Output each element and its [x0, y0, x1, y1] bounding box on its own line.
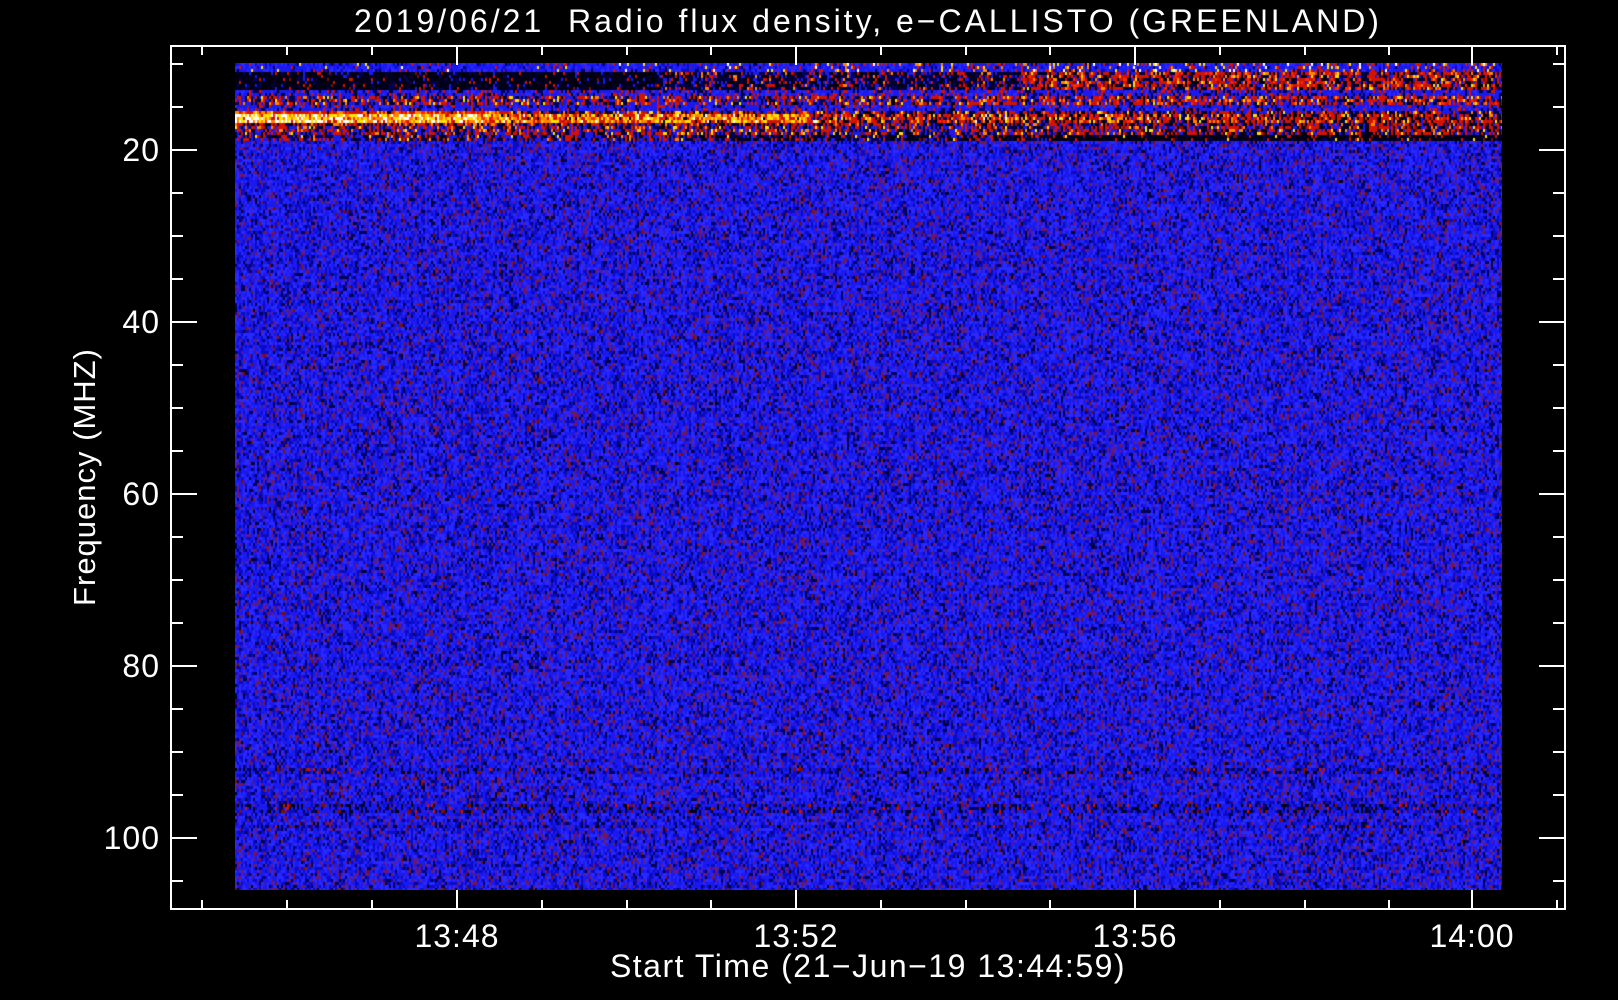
y-minor-tick — [170, 536, 183, 538]
y-major-tick — [170, 149, 197, 151]
spectrogram-figure: 2019/06/21 Radio flux density, e−CALLIST… — [0, 0, 1618, 1000]
x-minor-tick-top — [1049, 45, 1051, 55]
x-minor-tick — [965, 900, 967, 910]
y-minor-tick-right — [1553, 364, 1566, 366]
y-minor-tick-right — [1553, 751, 1566, 753]
x-minor-tick — [710, 900, 712, 910]
y-major-tick — [170, 837, 197, 839]
x-tick-label: 14:00 — [1429, 918, 1515, 954]
x-major-tick — [795, 890, 797, 910]
y-minor-tick — [170, 364, 183, 366]
x-minor-tick-top — [626, 45, 628, 55]
y-major-tick-right — [1539, 837, 1566, 839]
x-tick-label: 13:56 — [1092, 918, 1178, 954]
x-minor-tick — [1304, 900, 1306, 910]
x-tick-label: 13:48 — [414, 918, 500, 954]
x-minor-tick — [626, 900, 628, 910]
y-major-tick — [170, 665, 197, 667]
x-major-tick-top — [795, 45, 797, 65]
x-minor-tick — [1388, 900, 1390, 910]
x-major-tick — [456, 890, 458, 910]
x-minor-tick-top — [541, 45, 543, 55]
y-minor-tick-right — [1553, 794, 1566, 796]
y-minor-tick — [170, 579, 183, 581]
x-minor-tick — [1219, 900, 1221, 910]
y-minor-tick — [170, 622, 183, 624]
x-major-tick — [1471, 890, 1473, 910]
y-tick-label: 60 — [122, 476, 160, 512]
y-minor-tick — [170, 63, 183, 65]
x-minor-tick-top — [1388, 45, 1390, 55]
x-minor-tick — [1556, 900, 1558, 910]
x-minor-tick-top — [201, 45, 203, 55]
y-major-tick-right — [1539, 321, 1566, 323]
y-minor-tick-right — [1553, 579, 1566, 581]
y-minor-tick — [170, 450, 183, 452]
y-minor-tick-right — [1553, 192, 1566, 194]
y-minor-tick — [170, 278, 183, 280]
y-minor-tick — [170, 794, 183, 796]
x-minor-tick-top — [965, 45, 967, 55]
x-tick-label: 13:52 — [753, 918, 839, 954]
y-minor-tick — [170, 192, 183, 194]
x-minor-tick-top — [1219, 45, 1221, 55]
y-minor-tick-right — [1553, 536, 1566, 538]
y-minor-tick — [170, 751, 183, 753]
y-tick-label: 80 — [122, 648, 160, 684]
y-minor-tick-right — [1553, 407, 1566, 409]
y-major-tick — [170, 321, 197, 323]
x-minor-tick-top — [710, 45, 712, 55]
x-minor-tick-top — [880, 45, 882, 55]
y-minor-tick-right — [1553, 880, 1566, 882]
y-minor-tick-right — [1553, 450, 1566, 452]
y-major-tick-right — [1539, 665, 1566, 667]
x-minor-tick-top — [1304, 45, 1306, 55]
x-minor-tick — [541, 900, 543, 910]
y-minor-tick — [170, 708, 183, 710]
y-major-tick — [170, 493, 197, 495]
y-tick-label: 100 — [103, 820, 160, 856]
x-minor-tick-top — [1556, 45, 1558, 55]
y-major-tick-right — [1539, 493, 1566, 495]
x-major-tick-top — [456, 45, 458, 65]
y-minor-tick-right — [1553, 622, 1566, 624]
y-minor-tick — [170, 880, 183, 882]
y-minor-tick — [170, 106, 183, 108]
x-major-tick-top — [1134, 45, 1136, 65]
spectrogram-canvas — [235, 63, 1502, 890]
y-minor-tick — [170, 235, 183, 237]
y-minor-tick — [170, 407, 183, 409]
x-minor-tick — [286, 900, 288, 910]
y-minor-tick-right — [1553, 63, 1566, 65]
x-minor-tick — [1049, 900, 1051, 910]
x-axis-title: Start Time (21−Jun−19 13:44:59) — [609, 948, 1127, 984]
y-minor-tick-right — [1553, 708, 1566, 710]
y-tick-label: 20 — [122, 132, 160, 168]
y-minor-tick-right — [1553, 106, 1566, 108]
x-major-tick — [1134, 890, 1136, 910]
x-minor-tick-top — [286, 45, 288, 55]
chart-title: 2019/06/21 Radio flux density, e−CALLIST… — [354, 3, 1382, 39]
x-major-tick-top — [1471, 45, 1473, 65]
y-minor-tick-right — [1553, 235, 1566, 237]
x-minor-tick-top — [371, 45, 373, 55]
y-major-tick-right — [1539, 149, 1566, 151]
y-tick-label: 40 — [122, 304, 160, 340]
x-minor-tick — [371, 900, 373, 910]
y-minor-tick-right — [1553, 278, 1566, 280]
x-minor-tick — [201, 900, 203, 910]
x-minor-tick — [880, 900, 882, 910]
